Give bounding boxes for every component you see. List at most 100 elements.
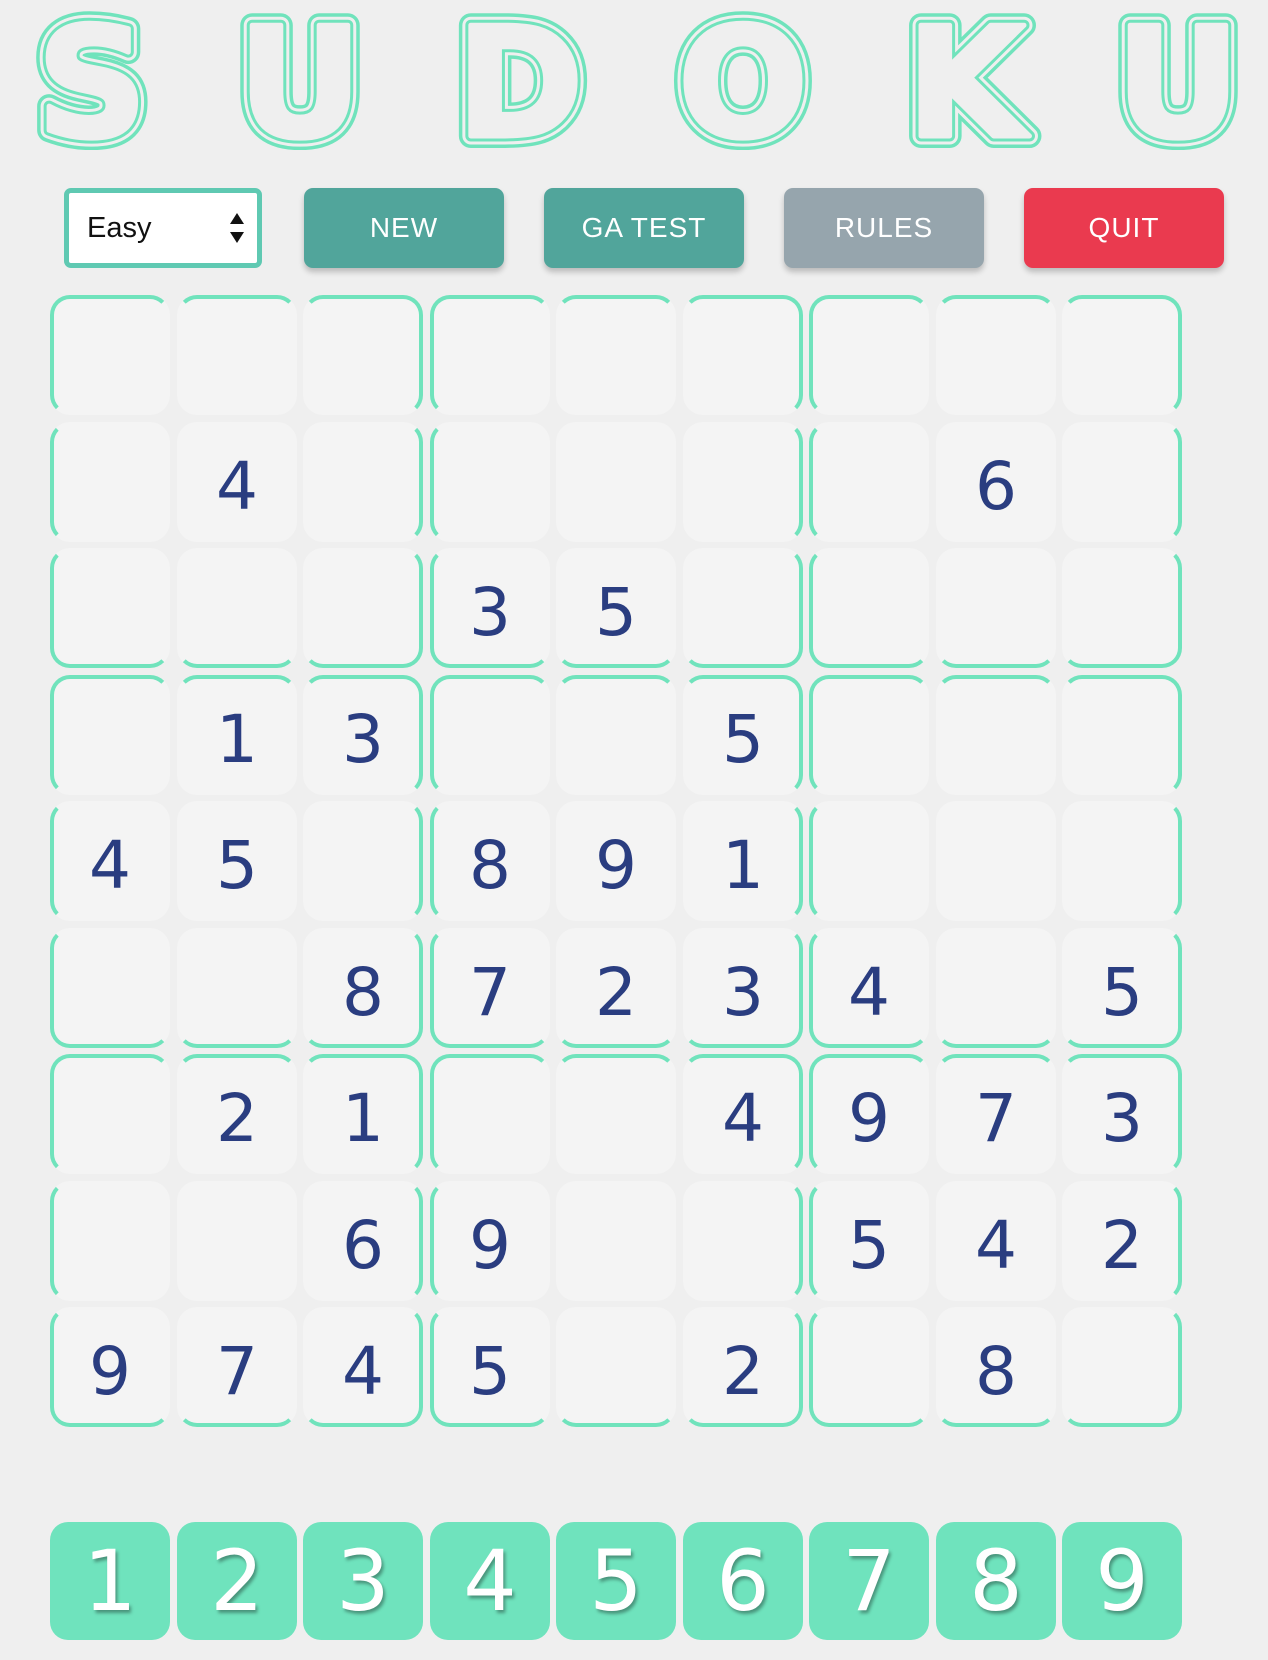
number-pad: 123456789 [50,1522,1238,1642]
board-cell[interactable] [556,675,676,795]
board-cell[interactable]: 4 [50,801,170,921]
board-cell[interactable]: 4 [177,422,297,542]
board-cell[interactable] [50,1054,170,1174]
board-cell[interactable] [683,548,803,668]
board-cell[interactable]: 4 [683,1054,803,1174]
board-cell[interactable]: 3 [303,675,423,795]
board-cell[interactable] [1062,1307,1182,1427]
board-cell[interactable] [556,422,676,542]
board-cell[interactable] [936,928,1056,1048]
board-cell[interactable]: 4 [809,928,929,1048]
board-cell[interactable]: 5 [556,548,676,668]
board-cell[interactable] [303,548,423,668]
rules-button[interactable]: RULES [784,188,984,268]
board-cell[interactable] [936,295,1056,415]
board-cell[interactable] [430,1054,550,1174]
board-cell[interactable]: 5 [683,675,803,795]
board-cell[interactable] [50,548,170,668]
board-cell[interactable] [683,295,803,415]
board-cell[interactable]: 6 [303,1181,423,1301]
quit-button[interactable]: QUIT [1024,188,1224,268]
board-cell[interactable] [1062,295,1182,415]
board-cell[interactable]: 3 [1062,1054,1182,1174]
board-cell[interactable]: 2 [1062,1181,1182,1301]
difficulty-value: Easy [87,212,152,244]
board-cell[interactable] [683,422,803,542]
board-cell[interactable] [50,928,170,1048]
board-cell[interactable] [430,675,550,795]
board-cell[interactable] [936,675,1056,795]
board-cell[interactable] [936,801,1056,921]
board-cell[interactable]: 9 [556,801,676,921]
board-cell[interactable]: 9 [809,1054,929,1174]
board-cell[interactable]: 5 [1062,928,1182,1048]
number-key[interactable]: 4 [430,1522,550,1640]
board-cell[interactable]: 7 [177,1307,297,1427]
board-cell[interactable]: 3 [683,928,803,1048]
difficulty-select[interactable]: Easy [64,188,262,268]
board-cell[interactable]: 9 [430,1181,550,1301]
board-cell[interactable]: 6 [936,422,1056,542]
board-cell[interactable] [556,1307,676,1427]
board-cell[interactable] [683,1181,803,1301]
board-cell[interactable] [809,295,929,415]
board-cell[interactable] [177,548,297,668]
board-cell[interactable] [177,295,297,415]
board-cell[interactable] [177,1181,297,1301]
sudoku-board: 46351354589187234521497369542974528 [50,295,1238,1470]
board-cell[interactable]: 7 [936,1054,1056,1174]
board-cell[interactable] [556,295,676,415]
board-cell[interactable]: 2 [177,1054,297,1174]
board-cell[interactable]: 8 [430,801,550,921]
board-cell[interactable] [809,801,929,921]
board-cell[interactable] [809,548,929,668]
board-cell[interactable]: 4 [936,1181,1056,1301]
board-cell[interactable] [809,1307,929,1427]
board-cell[interactable]: 2 [556,928,676,1048]
board-cell[interactable] [303,295,423,415]
board-cell[interactable]: 1 [683,801,803,921]
board-cell[interactable] [303,422,423,542]
board-cell[interactable]: 3 [430,548,550,668]
sudoku-title: S U D O K U [0,0,1268,150]
board-cell[interactable]: 5 [177,801,297,921]
number-key[interactable]: 2 [177,1522,297,1640]
board-cell[interactable] [50,675,170,795]
board-cell[interactable] [1062,675,1182,795]
board-cell[interactable] [430,295,550,415]
board-cell[interactable]: 9 [50,1307,170,1427]
board-cell[interactable]: 2 [683,1307,803,1427]
board-cell[interactable]: 8 [936,1307,1056,1427]
board-cell[interactable]: 1 [177,675,297,795]
board-cell[interactable]: 1 [303,1054,423,1174]
board-cell[interactable]: 4 [303,1307,423,1427]
board-cell[interactable]: 5 [430,1307,550,1427]
board-cell[interactable]: 7 [430,928,550,1048]
select-arrows-icon [230,213,244,243]
board-cell[interactable] [50,422,170,542]
board-cell[interactable]: 5 [809,1181,929,1301]
board-cell[interactable] [50,1181,170,1301]
new-button[interactable]: NEW [304,188,504,268]
number-key[interactable]: 3 [303,1522,423,1640]
number-key[interactable]: 5 [556,1522,676,1640]
board-cell[interactable] [1062,422,1182,542]
board-cell[interactable]: 8 [303,928,423,1048]
board-cell[interactable] [556,1054,676,1174]
board-cell[interactable] [809,675,929,795]
board-cell[interactable] [1062,801,1182,921]
board-cell[interactable] [936,548,1056,668]
number-key[interactable]: 1 [50,1522,170,1640]
board-cell[interactable] [1062,548,1182,668]
number-key[interactable]: 9 [1062,1522,1182,1640]
board-cell[interactable] [50,295,170,415]
board-cell[interactable] [809,422,929,542]
board-cell[interactable] [303,801,423,921]
ga-test-button[interactable]: GA TEST [544,188,744,268]
number-key[interactable]: 8 [936,1522,1056,1640]
board-cell[interactable] [556,1181,676,1301]
board-cell[interactable] [430,422,550,542]
number-key[interactable]: 6 [683,1522,803,1640]
number-key[interactable]: 7 [809,1522,929,1640]
board-cell[interactable] [177,928,297,1048]
